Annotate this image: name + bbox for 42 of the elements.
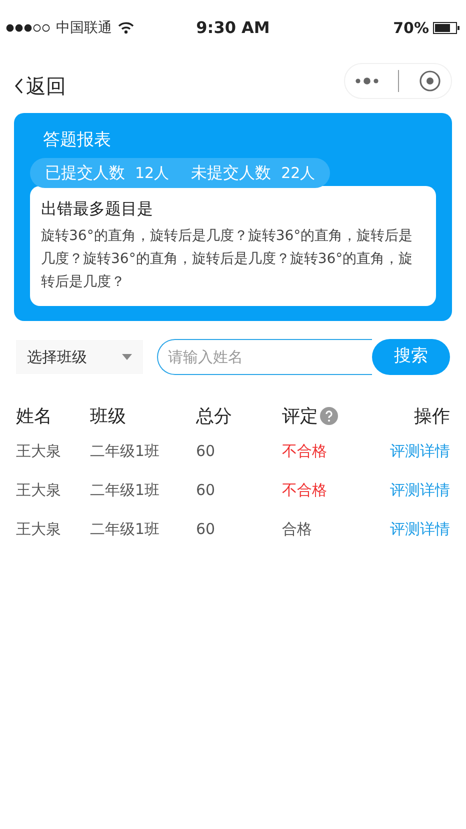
caret-icon [122,354,132,360]
detail-link[interactable]: 评测详情 [390,480,450,499]
clock: 9:30 AM [196,17,270,39]
detail-link[interactable]: 评测详情 [390,520,450,538]
rating-text: 合格 [282,520,312,538]
stat-value: 22人 [281,162,316,184]
search-field[interactable]: 请输入姓名 [157,339,372,375]
carrier: 中国联通 [56,18,112,38]
table-cell: 二年级1班 [90,480,160,499]
column-header: 班级 [90,404,126,428]
wifi-icon [118,22,134,34]
back-button[interactable]: 返回 [14,71,66,101]
table-cell: 二年级1班 [90,520,160,538]
column-header: 总分 [196,404,232,428]
chevron-left-icon [14,77,24,95]
stat-value: 12人 [135,162,170,184]
stat-label: 已提交人数 [45,162,125,184]
report-title: 答题报表 [43,129,112,152]
signal-icon [6,24,50,32]
column-header: 评定 [282,404,318,428]
column-header: 操作 [414,404,450,428]
table-cell: 60 [196,520,216,538]
question-text: 旋转36°的直角，旋转后是几度？旋转36°的直角，旋转后是几度？旋转36°的直角，旋转后是几度？旋转36°的直角，旋转后是几度？ [41,227,414,292]
class-select[interactable]: 选择班级 [16,340,143,374]
stat-label: 未提交人数 [191,162,272,184]
table-cell: 二年级1班 [90,442,160,460]
battery-icon [432,22,460,34]
rating-text: 不合格 [282,442,327,460]
table-cell: 60 [196,480,216,499]
rating-text: 不合格 [282,480,327,499]
capsule-menu[interactable] [344,63,452,99]
more-icon [354,77,379,85]
table-cell: 60 [196,442,216,460]
help-icon [320,407,338,425]
column-header: 姓名 [16,404,52,428]
table-cell: 王大泉 [16,520,61,538]
detail-link[interactable]: 评测详情 [390,442,450,460]
battery-percent: 70% [393,18,429,39]
table-cell: 王大泉 [16,442,61,460]
question-title: 出错最多题目是 [41,198,154,220]
table-cell: 王大泉 [16,480,61,499]
search-button[interactable]: 搜索 [372,339,450,375]
